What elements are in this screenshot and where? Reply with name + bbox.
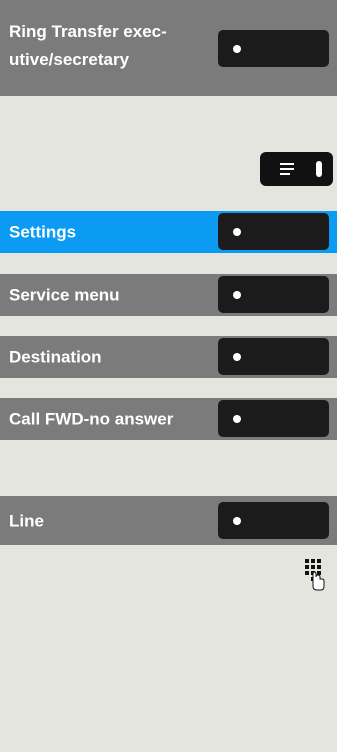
softkey-settings[interactable]: [218, 213, 329, 250]
softkey-destination[interactable]: [218, 338, 329, 375]
row-destination: Destination: [0, 336, 337, 378]
softkey-call-fwd-no-answer[interactable]: [218, 400, 329, 437]
softkey-ring-transfer[interactable]: [218, 30, 329, 67]
softkey-dot-icon: [233, 227, 241, 236]
softkey-line[interactable]: [218, 502, 329, 539]
row-settings: Settings: [0, 211, 337, 253]
row-call-fwd-no-answer: Call FWD-no answer: [0, 398, 337, 440]
label-settings: Settings: [9, 222, 77, 242]
menu-line-icon: [280, 168, 294, 170]
label-destination: Destination: [9, 347, 102, 367]
softkey-dot-icon: [233, 44, 241, 53]
keypad-glyph-icon: [305, 559, 325, 591]
menu-icon: [280, 163, 299, 175]
menu-line-icon: [280, 173, 290, 175]
softkey-dot-icon: [233, 352, 241, 361]
menu-line-icon: [280, 163, 294, 165]
menu-key[interactable]: [260, 152, 333, 186]
label-service-menu: Service menu: [9, 285, 120, 305]
row-ring-transfer: Ring Transfer exec-utive/secretary: [0, 0, 337, 96]
row-line: Line: [0, 496, 337, 545]
label-call-fwd-no-answer: Call FWD-no answer: [9, 409, 174, 429]
keypad-icon[interactable]: [305, 559, 325, 591]
softkey-dot-icon: [233, 516, 241, 525]
label-line: Line: [9, 511, 44, 530]
softkey-dot-icon: [233, 290, 241, 299]
row-service-menu: Service menu: [0, 274, 337, 316]
menu-key-indicator-icon: [316, 161, 322, 177]
label-ring-transfer: Ring Transfer exec-utive/secretary: [9, 22, 167, 69]
softkey-dot-icon: [233, 414, 241, 423]
softkey-service-menu[interactable]: [218, 276, 329, 313]
